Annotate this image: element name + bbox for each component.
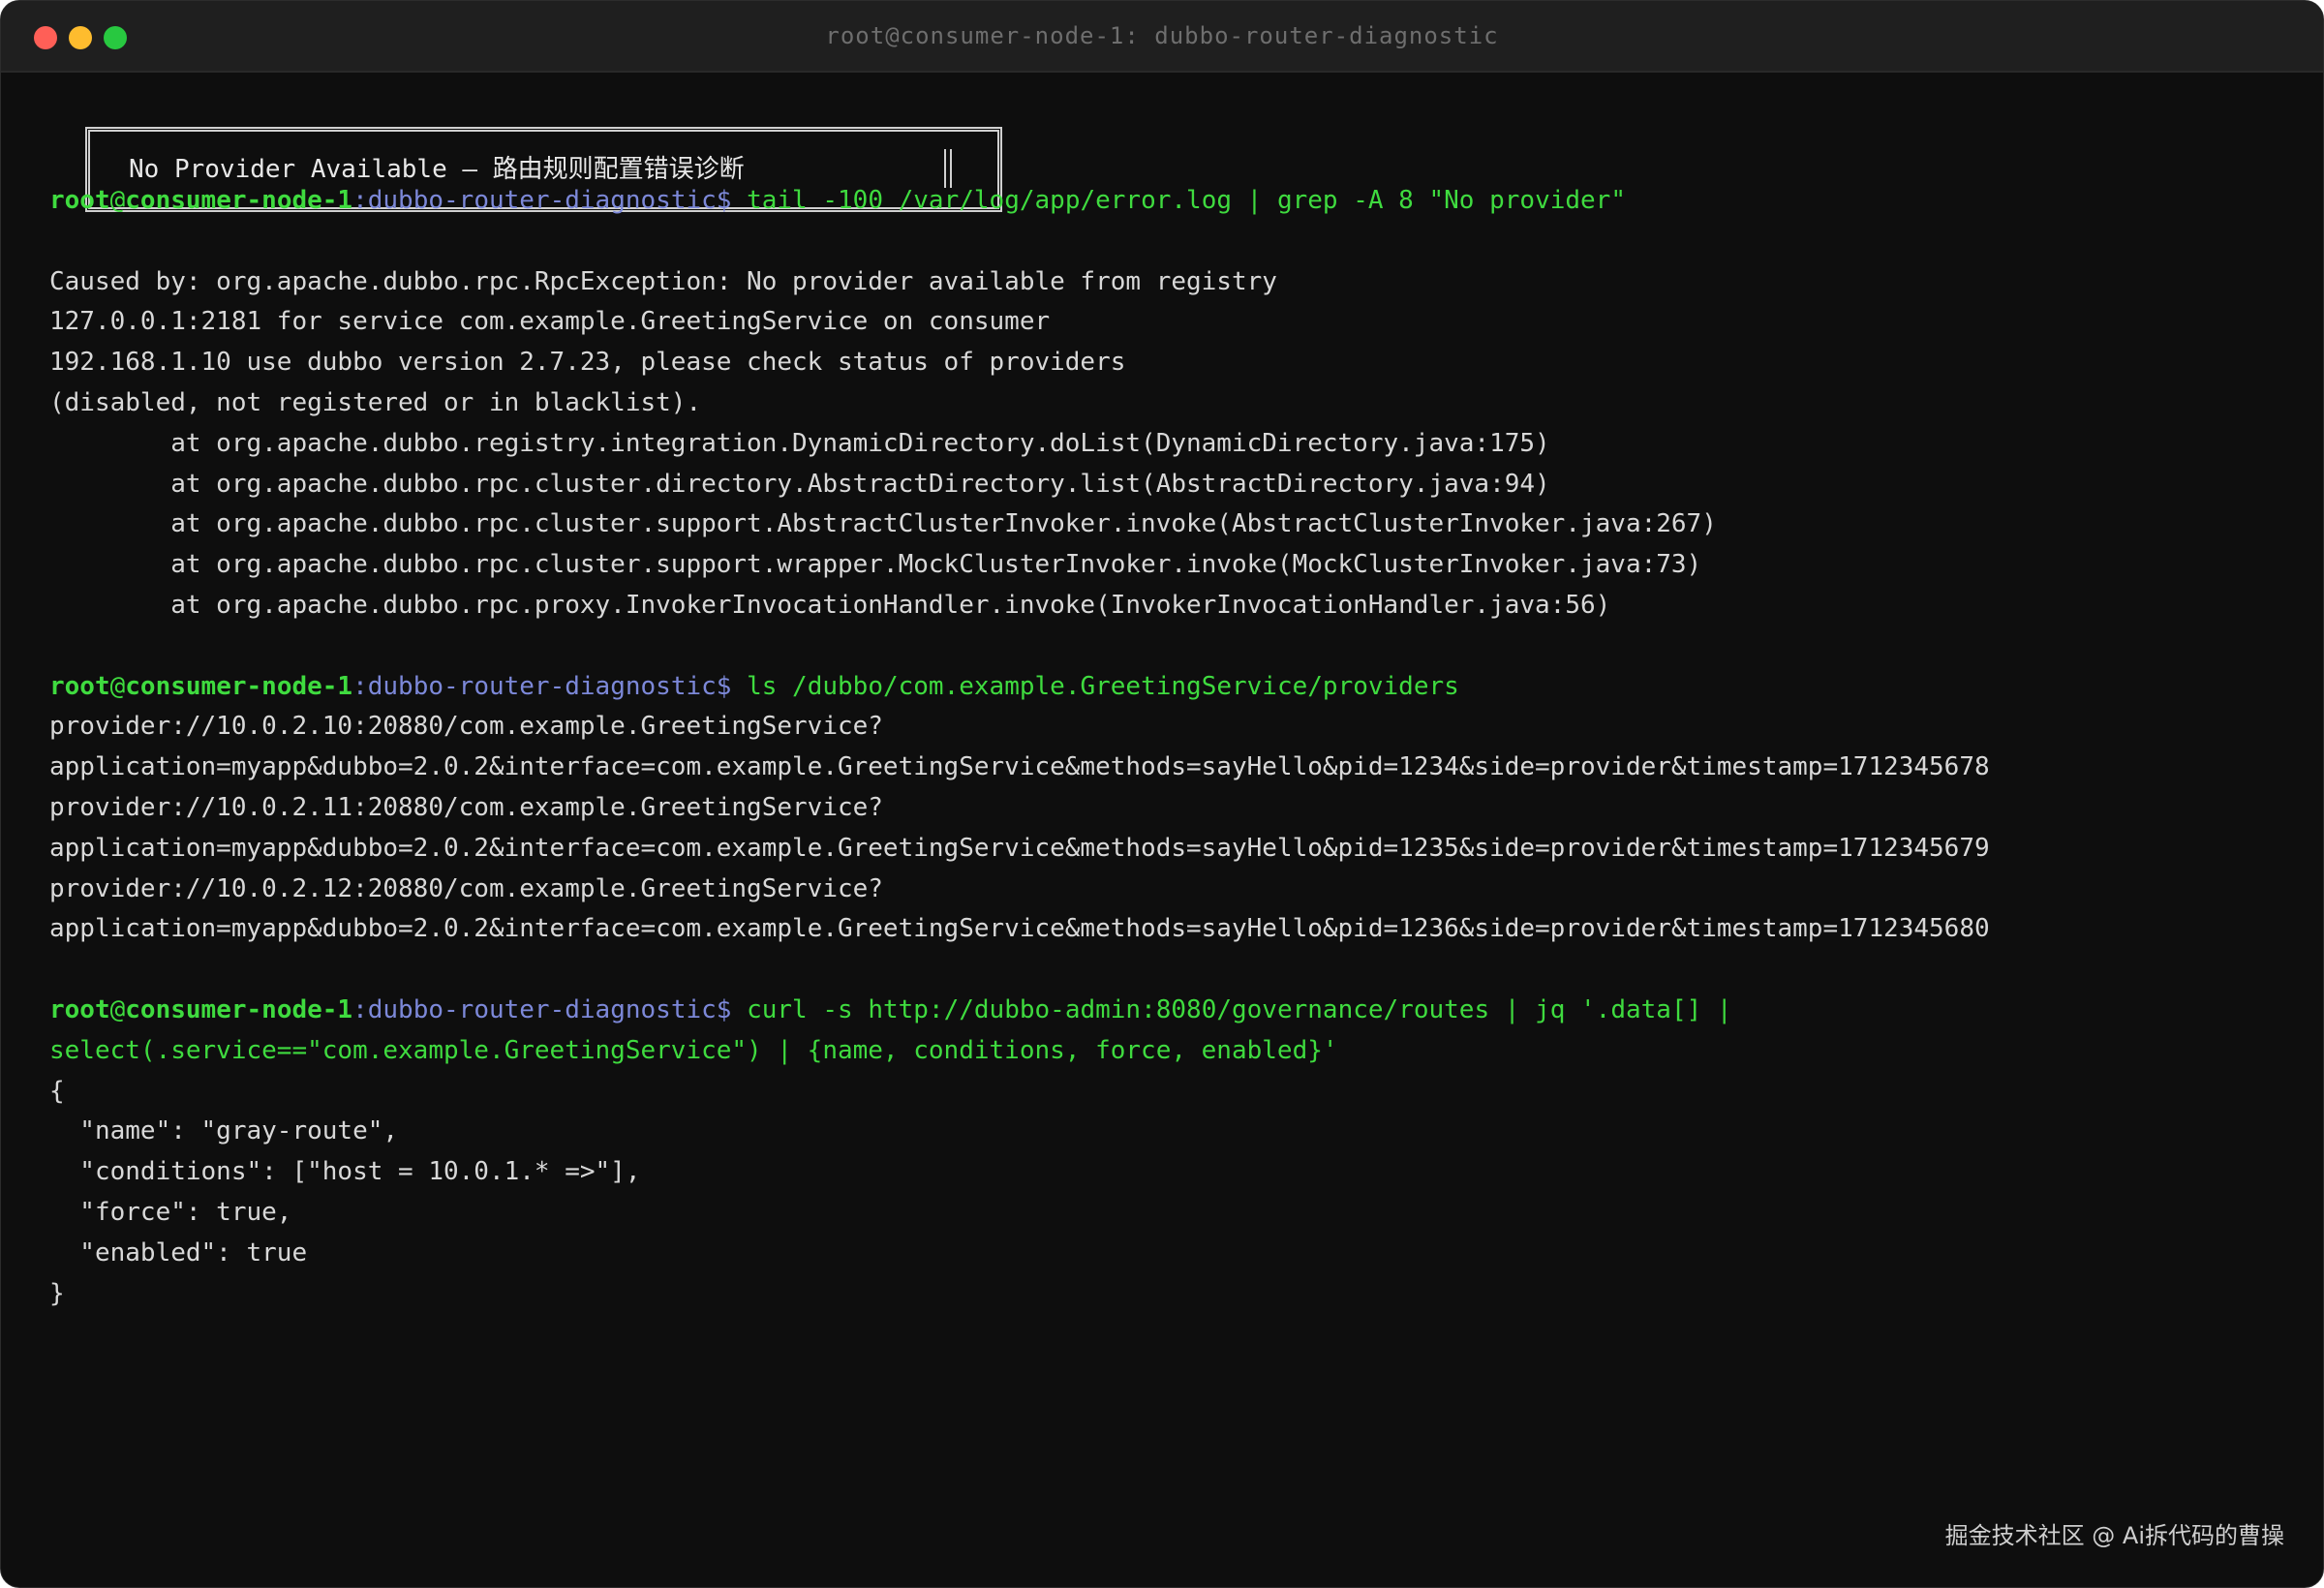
prompt-dollar: $ (716, 995, 732, 1024)
output-line[interactable]: Caused by: org.apache.dubbo.rpc.RpcExcep… (49, 264, 1277, 299)
prompt-dollar: $ (716, 671, 732, 701)
prompt-colon: : (352, 186, 368, 215)
prompt-colon: : (352, 671, 368, 701)
prompt-colon: : (352, 995, 368, 1024)
output-line[interactable]: provider://10.0.2.10:20880/com.example.G… (49, 709, 883, 744)
output-line[interactable]: "enabled": true (49, 1236, 307, 1270)
prompt-host: consumer-node-1 (125, 995, 353, 1024)
window-title: root@consumer-node-1: dubbo-router-diagn… (825, 22, 1499, 49)
output-line[interactable]: application=myapp&dubbo=2.0.2&interface=… (49, 831, 1990, 866)
prompt-host: consumer-node-1 (125, 186, 353, 215)
output-line[interactable]: at org.apache.dubbo.rpc.proxy.InvokerInv… (49, 588, 1610, 623)
prompt-path: dubbo-router-diagnostic (367, 186, 717, 215)
command-line[interactable]: root@consumer-node-1:dubbo-router-diagno… (49, 669, 1459, 704)
prompt-user: root (49, 995, 110, 1024)
prompt-at: @ (109, 186, 126, 215)
banner-cursor-bar (944, 149, 952, 188)
watermark: 掘金技术社区 @ Ai拆代码的曹操 (1944, 1522, 2284, 1549)
output-line[interactable]: { (49, 1074, 65, 1109)
command-line[interactable]: root@consumer-node-1:dubbo-router-diagno… (49, 992, 1732, 1027)
output-line[interactable]: at org.apache.dubbo.rpc.cluster.support.… (49, 547, 1701, 582)
output-line[interactable]: "conditions": ["host = 10.0.1.* =>"], (49, 1154, 640, 1189)
command-text[interactable]: curl -s http://dubbo-admin:8080/governan… (747, 995, 1731, 1024)
output-line[interactable]: at org.apache.dubbo.rpc.cluster.support.… (49, 506, 1717, 541)
terminal-window: root@consumer-node-1: dubbo-router-diagn… (0, 0, 2324, 1588)
output-line[interactable]: provider://10.0.2.12:20880/com.example.G… (49, 871, 883, 906)
output-line[interactable]: application=myapp&dubbo=2.0.2&interface=… (49, 911, 1990, 946)
output-line[interactable]: "force": true, (49, 1195, 291, 1230)
prompt-host: consumer-node-1 (125, 671, 353, 701)
command-text[interactable]: tail -100 /var/log/app/error.log | grep … (747, 186, 1626, 215)
prompt-user: root (49, 186, 110, 215)
output-line[interactable]: at org.apache.dubbo.rpc.cluster.director… (49, 467, 1549, 502)
prompt-path: dubbo-router-diagnostic (367, 995, 717, 1024)
prompt-user: root (49, 671, 110, 701)
command-text[interactable]: select(.service=="com.example.GreetingSe… (49, 1036, 1338, 1065)
output-line[interactable]: 192.168.1.10 use dubbo version 2.7.23, p… (49, 345, 1125, 380)
output-line[interactable]: provider://10.0.2.11:20880/com.example.G… (49, 790, 883, 825)
title-bar[interactable]: root@consumer-node-1: dubbo-router-diagn… (1, 1, 2323, 73)
prompt-path: dubbo-router-diagnostic (367, 671, 717, 701)
output-line[interactable]: at org.apache.dubbo.registry.integration… (49, 426, 1549, 461)
command-text[interactable]: ls /dubbo/com.example.GreetingService/pr… (747, 672, 1459, 701)
terminal-output-area[interactable]: No Provider Available — 路由规则配置错误诊断 root@… (1, 73, 2323, 1587)
prompt-at: @ (109, 671, 126, 701)
prompt-at: @ (109, 995, 126, 1024)
command-line[interactable]: root@consumer-node-1:dubbo-router-diagno… (49, 183, 1626, 218)
output-line[interactable]: (disabled, not registered or in blacklis… (49, 385, 701, 420)
output-line[interactable]: 127.0.0.1:2181 for service com.example.G… (49, 304, 1050, 339)
output-line[interactable]: application=myapp&dubbo=2.0.2&interface=… (49, 749, 1990, 784)
output-line[interactable]: } (49, 1276, 65, 1311)
command-line[interactable]: select(.service=="com.example.GreetingSe… (49, 1033, 1338, 1068)
output-line[interactable]: "name": "gray-route", (49, 1114, 398, 1148)
prompt-dollar: $ (716, 186, 732, 215)
